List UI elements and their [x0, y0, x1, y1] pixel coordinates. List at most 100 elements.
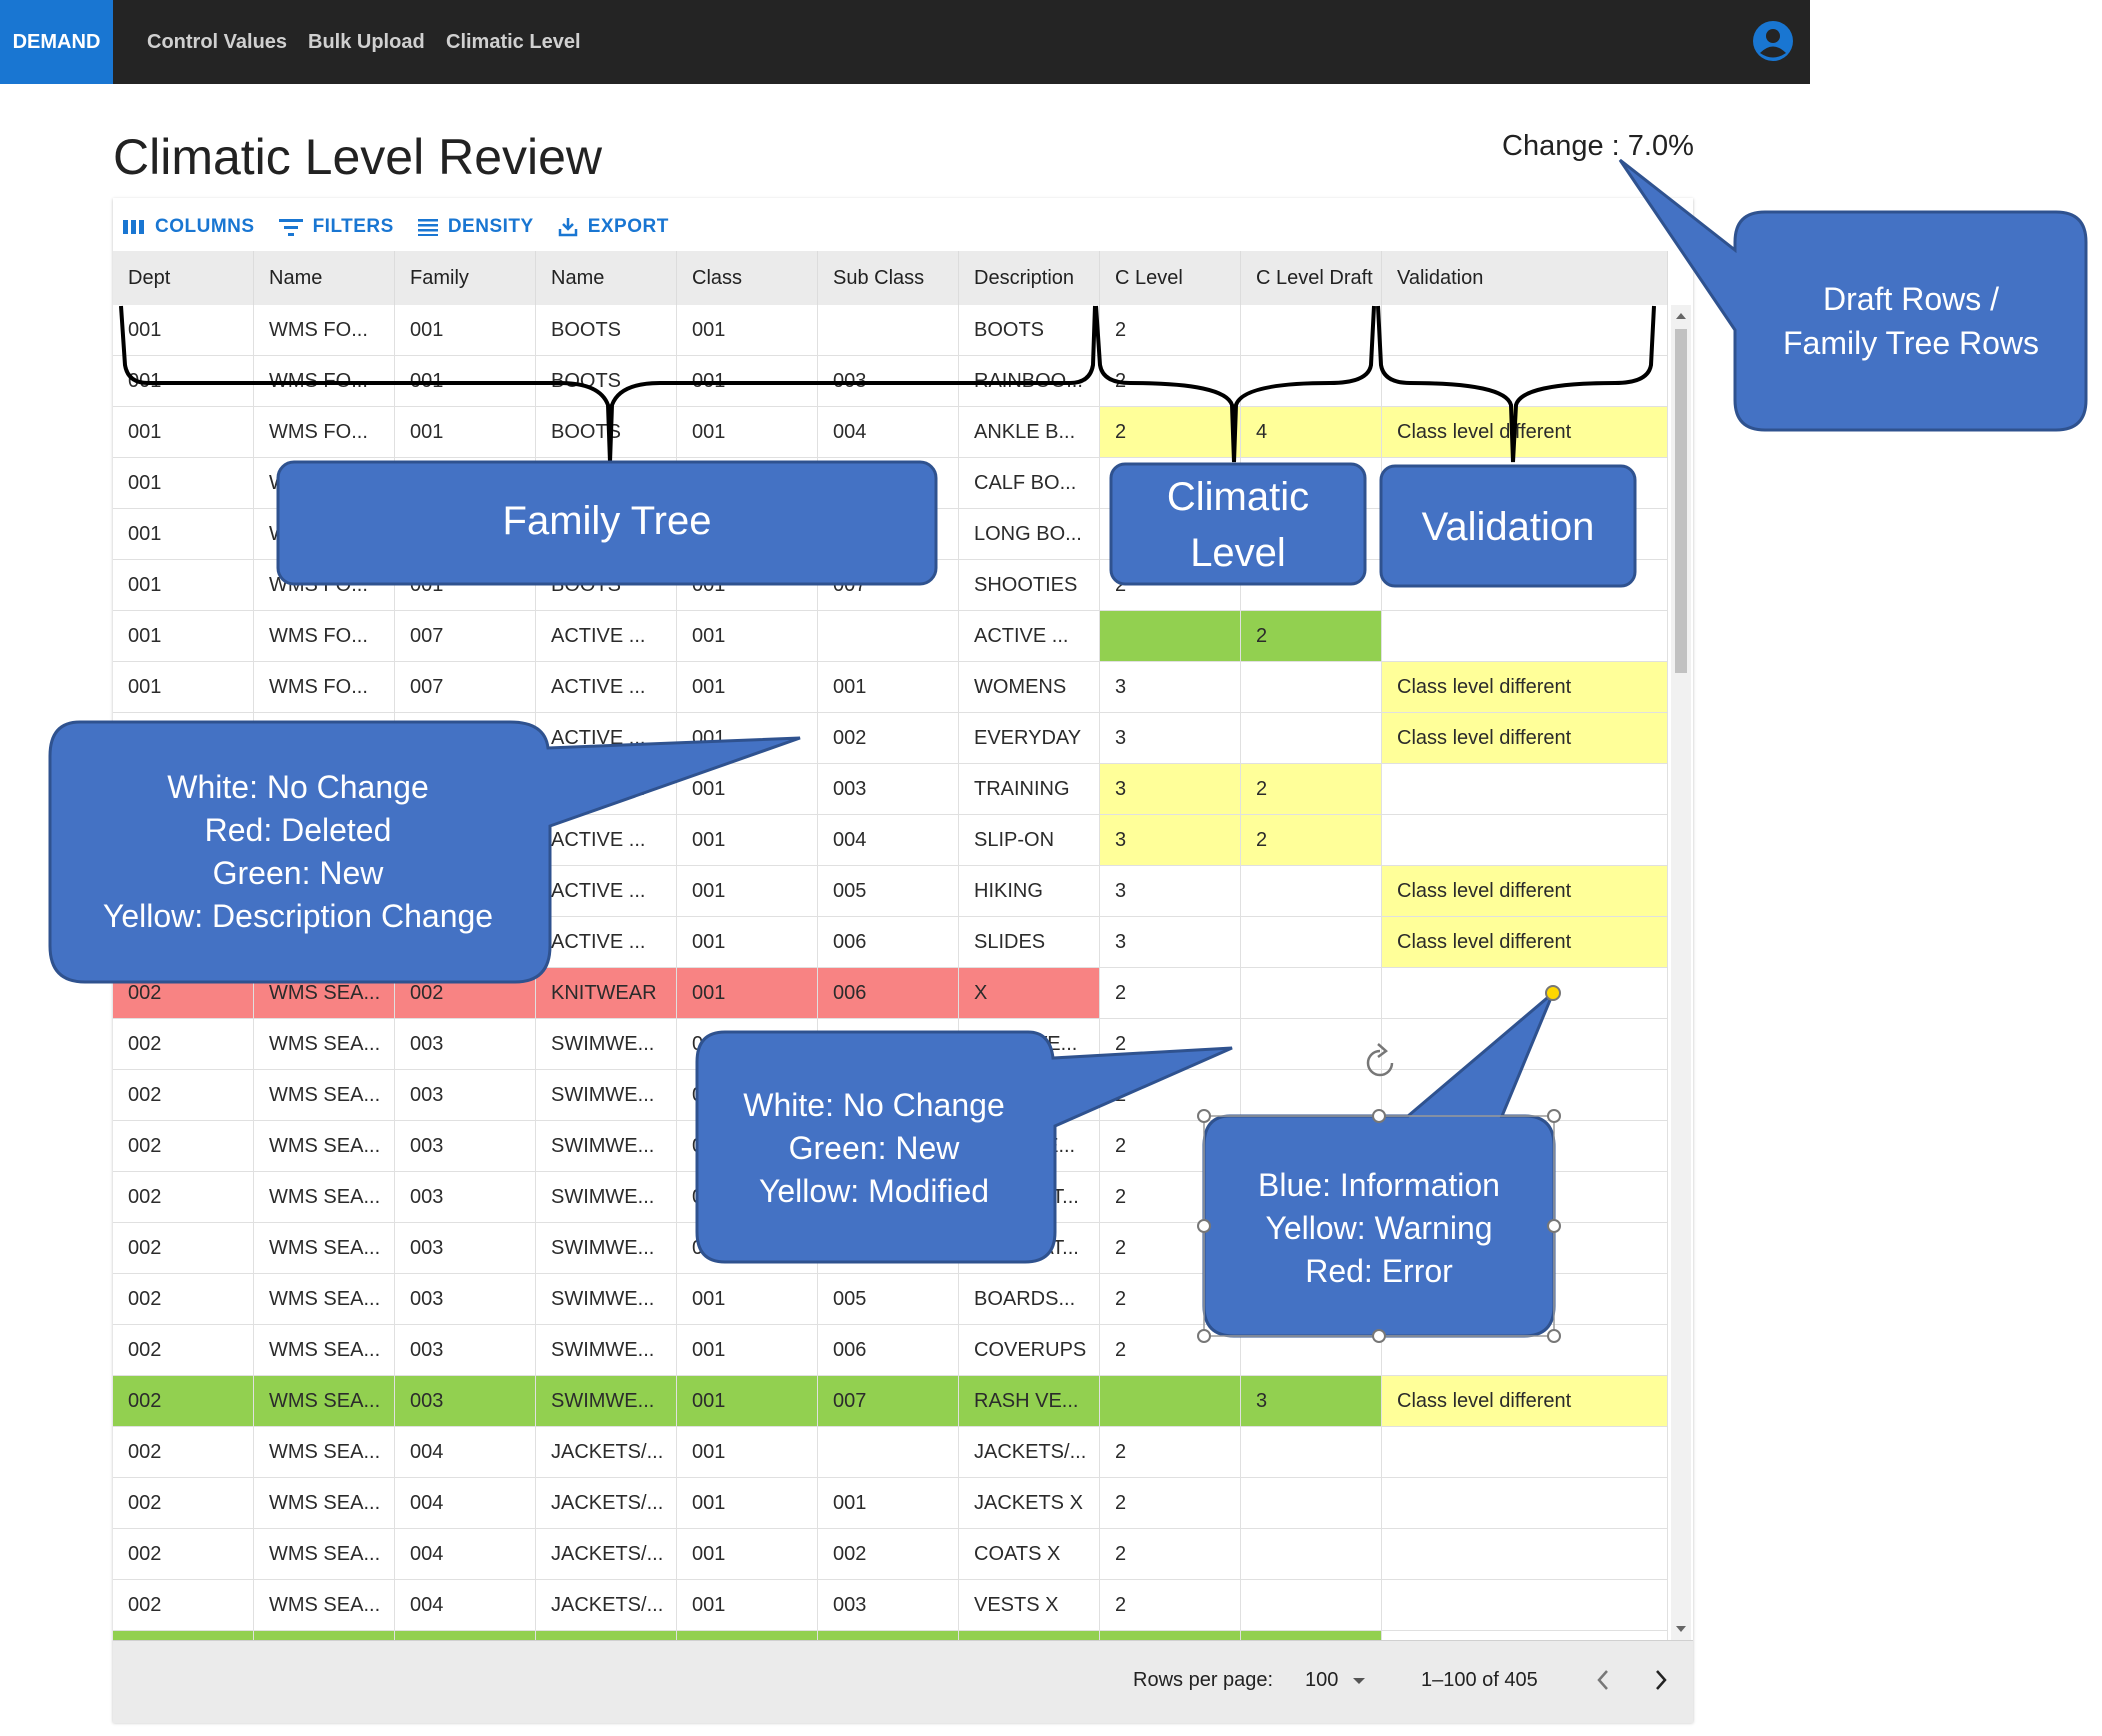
table-row[interactable]: 001 WMS FO... 007 ACTIVE ... 001 001 WOMENS 3 Cl… [113, 662, 1668, 713]
table-row[interactable]: 002 WMS SEA... 004 JACKETS/... 001 003 VESTS X… [113, 1580, 1668, 1631]
cell-name: WMS FO... [254, 764, 395, 814]
cell-class: 001 [677, 1478, 818, 1528]
cell-sub-class [818, 1631, 959, 1640]
cell-sub-class: 003 [818, 1580, 959, 1630]
nav-bulk-upload[interactable]: Bulk Upload [308, 0, 425, 84]
cell-dept: 001 [113, 305, 254, 355]
column-header-description[interactable]: Description [959, 251, 1100, 305]
cell-family-name: KNITWEAR [536, 968, 677, 1018]
table-row[interactable]: 001 WMS FO... 001 BOOTS 001 005 CALF BO... 2 [113, 458, 1668, 509]
table-row[interactable]: 001 WMS FO... 007 ACTIVE ... 001 ACTIVE ... 2 [113, 611, 1668, 662]
table-row[interactable]: 001 WMS FO... 007 ACTIVE ... 001 002 EVERYDAY 3… [113, 713, 1668, 764]
table-row[interactable]: 002 WMS SEA... 003 SWIMWE... 001 002 ONE PIE..… [113, 1070, 1668, 1121]
cell-description: TRAINING [959, 764, 1100, 814]
cell-description: WOMENS [959, 662, 1100, 712]
table-row[interactable]: 001 WMS FO... 001 BOOTS 001 BOOTS 2 [113, 305, 1668, 356]
next-page-icon[interactable] [1653, 1669, 1669, 1691]
table-row[interactable]: 002 WMS SEA... 003 SWIMWE... 001 003 TWO PIE..… [113, 1121, 1668, 1172]
cell-family: 004 [395, 1580, 536, 1630]
cell-validation: Class level different [1382, 866, 1668, 916]
export-button[interactable]: EXPORT [558, 216, 669, 238]
filters-button[interactable]: FILTERS [278, 216, 394, 238]
cell-c-level: 2 [1100, 1019, 1241, 1069]
columns-button[interactable]: COLUMNS [123, 216, 255, 238]
scroll-up-icon[interactable] [1676, 313, 1686, 319]
cell-family-name: ACTIVE ... [536, 815, 677, 865]
columns-icon [123, 220, 144, 234]
cell-family: 001 [395, 509, 536, 559]
table-row[interactable]: 002 WMS SEA... 003 SWIMWE... 001 001 SWIMWE...… [113, 1019, 1668, 1070]
table-row[interactable]: 002 WMS SEA... 003 SWIMWE... 001 004 SEPARAT..… [113, 1172, 1668, 1223]
cell-family-name: ACTIVE ... [536, 662, 677, 712]
nav-control-values[interactable]: Control Values [147, 0, 287, 84]
column-header-validation[interactable]: Validation [1382, 251, 1668, 305]
cell-name: WMS SEA... [254, 1478, 395, 1528]
previous-page-icon[interactable] [1595, 1669, 1611, 1691]
cell-name: WMS SEA... [254, 1376, 395, 1426]
table-row[interactable]: 001 WMS FO... 001 BOOTS 001 007 SHOOTIES 2 [113, 560, 1668, 611]
table-row[interactable]: 001 WMS FO... 001 BOOTS 001 006 LONG BO... 2 [113, 509, 1668, 560]
cell-family: 004 [395, 1427, 536, 1477]
table-row[interactable]: 002 WMS SEA... 004 JACKETS/... 001 002 COATS X… [113, 1529, 1668, 1580]
cell-family-name: JACKETS/... [536, 1478, 677, 1528]
column-header-c-level-draft[interactable]: C Level Draft [1241, 251, 1382, 305]
table-row[interactable]: 001 WMS FO... 007 ACTIVE ... 001 003 TRAINING 3… [113, 764, 1668, 815]
column-header-dept[interactable]: Dept [113, 251, 254, 305]
table-row[interactable]: 002 WMS SEA... 004 JACKETS/... 001 JACKETS/..… [113, 1427, 1668, 1478]
filters-label: FILTERS [312, 216, 394, 237]
cell-family: 007 [395, 917, 536, 967]
rows-per-page-select[interactable]: 100 [1305, 1669, 1366, 1692]
scroll-down-icon[interactable] [1676, 1626, 1686, 1632]
cell-description [959, 1631, 1100, 1640]
cell-dept: 001 [113, 560, 254, 610]
column-header-family-name[interactable]: Name [536, 251, 677, 305]
table-row[interactable]: 001 WMS FO... 001 BOOTS 001 003 RAINBOO... 2 [113, 356, 1668, 407]
cell-family: 007 [395, 662, 536, 712]
column-header-c-level[interactable]: C Level [1100, 251, 1241, 305]
export-label: EXPORT [587, 216, 669, 237]
table-row[interactable] [113, 1631, 1668, 1640]
scroll-thumb[interactable] [1675, 329, 1687, 673]
cell-family-name: BOOTS [536, 305, 677, 355]
column-header-class[interactable]: Class [677, 251, 818, 305]
table-row[interactable]: 002 WMS SEA... 003 SWIMWE... 001 004 SEPARAT..… [113, 1223, 1668, 1274]
cell-family: 007 [395, 815, 536, 865]
cell-c-level-draft [1241, 917, 1382, 967]
cell-dept: 001 [113, 713, 254, 763]
table-row[interactable]: 002 WMS SEA... 003 SWIMWE... 001 005 BOARDS...… [113, 1274, 1668, 1325]
cell-description: SLIDES [959, 917, 1100, 967]
density-icon [417, 219, 438, 236]
cell-name: WMS SEA... [254, 1325, 395, 1375]
cell-family-name: SWIMWE... [536, 1223, 677, 1273]
density-button[interactable]: DENSITY [417, 216, 534, 238]
column-header-name[interactable]: Name [254, 251, 395, 305]
cell-name: WMS FO... [254, 917, 395, 967]
cell-description: TWO PIE... [959, 1121, 1100, 1171]
table-row[interactable]: 002 WMS SEA... 002 KNITWEAR 001 006 X 2 [113, 968, 1668, 1019]
table-row[interactable]: 001 WMS FO... 007 ACTIVE ... 001 006 SLIDES 3 Cl… [113, 917, 1668, 968]
table-row[interactable]: 002 WMS SEA... 004 JACKETS/... 001 001 JACKETS… [113, 1478, 1668, 1529]
table-row[interactable]: 002 WMS SEA... 003 SWIMWE... 001 007 RASH VE..… [113, 1376, 1668, 1427]
cell-family: 003 [395, 1376, 536, 1426]
table-row[interactable]: 001 WMS FO... 007 ACTIVE ... 001 004 SLIP-ON 3 2 [113, 815, 1668, 866]
account-icon[interactable] [1752, 20, 1794, 62]
cell-sub-class [818, 1427, 959, 1477]
table-row[interactable]: 002 WMS SEA... 003 SWIMWE... 001 006 COVERUPS 2 [113, 1325, 1668, 1376]
cell-family-name: ACTIVE ... [536, 917, 677, 967]
column-header-family[interactable]: Family [395, 251, 536, 305]
vertical-scrollbar[interactable] [1671, 305, 1691, 1640]
table-row[interactable]: 001 WMS FO... 001 BOOTS 001 004 ANKLE B... 2 4 Cl… [113, 407, 1668, 458]
cell-c-level-draft [1241, 458, 1382, 508]
cell-validation [1382, 458, 1668, 508]
cell-name: WMS SEA... [254, 1121, 395, 1171]
column-header-sub-class[interactable]: Sub Class [818, 251, 959, 305]
nav-climatic-level[interactable]: Climatic Level [446, 0, 581, 84]
cell-c-level: 3 [1100, 917, 1241, 967]
cell-validation [1382, 764, 1668, 814]
brand-button[interactable]: DEMAND [0, 0, 113, 84]
cell-validation [1382, 968, 1668, 1018]
cell-family-name: SWIMWE... [536, 1019, 677, 1069]
table-row[interactable]: 001 WMS FO... 007 ACTIVE ... 001 005 HIKING 3 Cl… [113, 866, 1668, 917]
cell-family: 007 [395, 611, 536, 661]
cell-validation [1382, 1121, 1668, 1171]
